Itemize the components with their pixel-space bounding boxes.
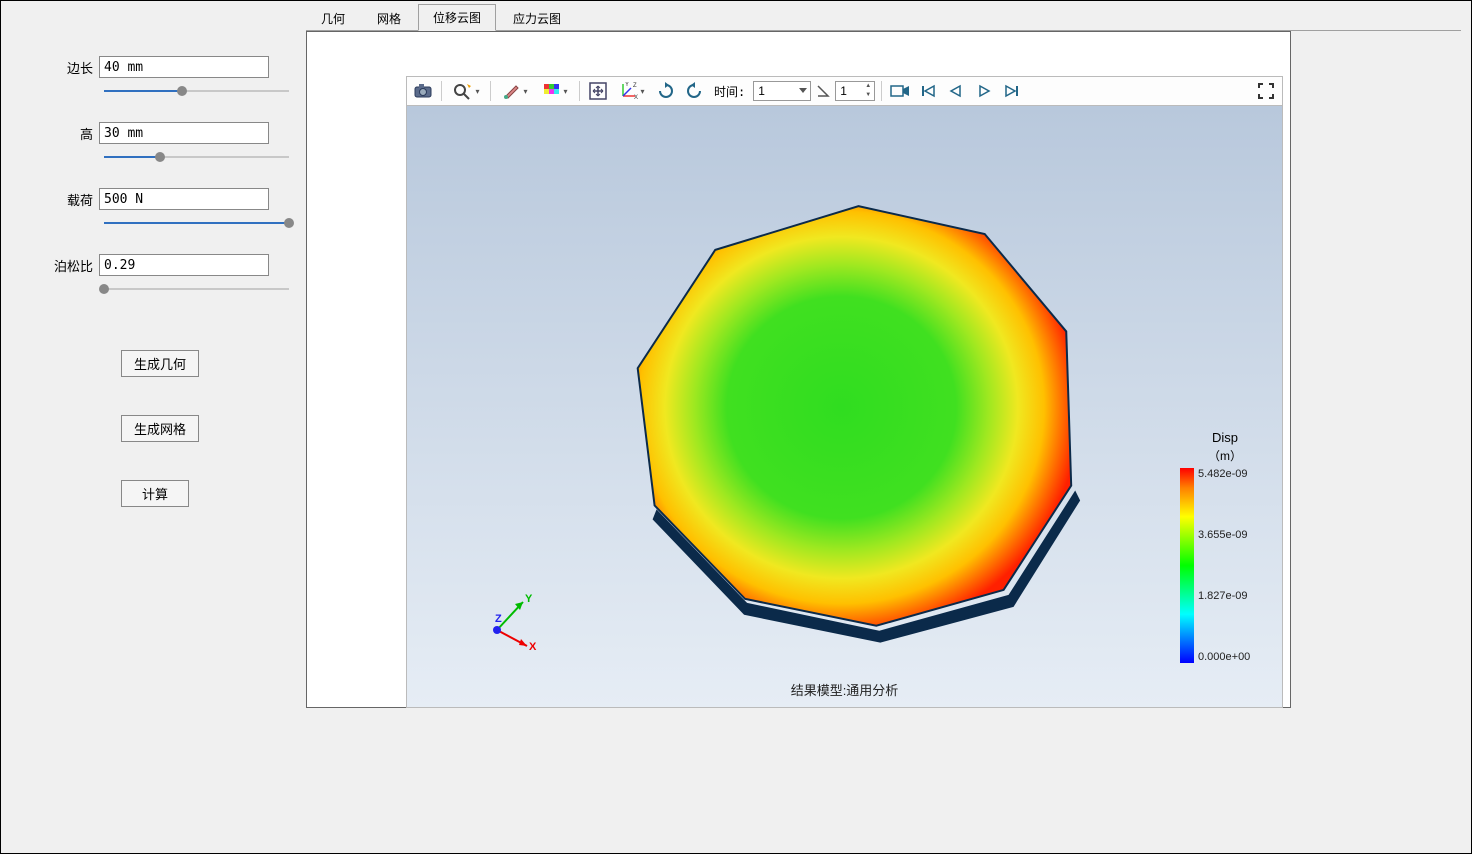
- cube-color-icon[interactable]: ▾: [537, 79, 573, 103]
- fit-view-icon[interactable]: [586, 79, 610, 103]
- legend-tick: 0.000e+00: [1198, 651, 1250, 663]
- time-dropdown[interactable]: 1: [753, 81, 811, 101]
- brush-icon[interactable]: ▾: [497, 79, 533, 103]
- model-caption: 结果模型:通用分析: [407, 680, 1282, 699]
- param-label-height: 高: [19, 124, 99, 143]
- param-label-load: 载荷: [19, 190, 99, 209]
- legend-tick: 5.482e-09: [1198, 468, 1250, 480]
- tab-displacement[interactable]: 位移云图: [418, 4, 496, 31]
- svg-text:Z: Z: [633, 83, 637, 89]
- param-input-poisson[interactable]: [99, 254, 269, 276]
- color-legend: Disp （m） 5.482e-09 3.655e-09 1.827e-09 0…: [1180, 430, 1270, 663]
- svg-text:Y: Y: [525, 593, 533, 605]
- legend-tick: 3.655e-09: [1198, 529, 1250, 541]
- compute-button[interactable]: 计算: [121, 480, 189, 507]
- zoom-icon[interactable]: ▾: [448, 79, 484, 103]
- svg-text:X: X: [529, 641, 537, 652]
- axis-orient-icon[interactable]: ZYX ▾: [614, 79, 650, 103]
- axis-gizmo: X Y Z: [485, 592, 545, 652]
- param-slider-height[interactable]: [104, 148, 289, 168]
- sidebar: 边长 高 载荷 泊松比: [1, 1, 306, 853]
- legend-unit: （m）: [1180, 447, 1270, 464]
- param-slider-poisson[interactable]: [104, 280, 289, 300]
- time-label: 时间:: [710, 83, 749, 100]
- viewport-3d[interactable]: X Y Z Disp （m） 5.482e-09 3.655e-09 1.827…: [406, 105, 1283, 708]
- legend-title: Disp: [1180, 430, 1270, 445]
- play-icon[interactable]: [972, 79, 996, 103]
- skip-start-icon[interactable]: [916, 79, 940, 103]
- svg-text:Y: Y: [625, 82, 629, 88]
- param-input-height[interactable]: [99, 122, 269, 144]
- step-spinner[interactable]: 1 ▲▼: [835, 81, 875, 101]
- tab-mesh[interactable]: 网格: [362, 5, 416, 31]
- rotate-cw-icon[interactable]: [682, 79, 706, 103]
- generate-geometry-button[interactable]: 生成几何: [121, 350, 199, 377]
- tab-stress[interactable]: 应力云图: [498, 5, 576, 31]
- rotate-ccw-icon[interactable]: [654, 79, 678, 103]
- param-label-edge: 边长: [19, 58, 99, 77]
- angle-icon[interactable]: [815, 79, 831, 103]
- param-label-poisson: 泊松比: [19, 256, 99, 275]
- step-back-icon[interactable]: [944, 79, 968, 103]
- param-input-edge[interactable]: [99, 56, 269, 78]
- legend-gradient-bar: [1180, 468, 1194, 663]
- generate-mesh-button[interactable]: 生成网格: [121, 415, 199, 442]
- fullscreen-icon[interactable]: [1254, 79, 1278, 103]
- viewport-toolbar: ▾ ▾ ▾ ZYX ▾ 时间: 1: [406, 76, 1283, 106]
- param-input-load[interactable]: [99, 188, 269, 210]
- param-slider-load[interactable]: [104, 214, 289, 234]
- svg-text:X: X: [634, 95, 638, 100]
- tab-geometry[interactable]: 几何: [306, 5, 360, 31]
- svg-text:Z: Z: [495, 613, 502, 625]
- skip-end-icon[interactable]: [1000, 79, 1024, 103]
- tabs-bar: 几何 网格 位移云图 应力云图: [306, 6, 1461, 31]
- legend-tick: 1.827e-09: [1198, 590, 1250, 602]
- camera-record-icon[interactable]: [888, 79, 912, 103]
- param-slider-edge[interactable]: [104, 82, 289, 102]
- camera-icon[interactable]: [411, 79, 435, 103]
